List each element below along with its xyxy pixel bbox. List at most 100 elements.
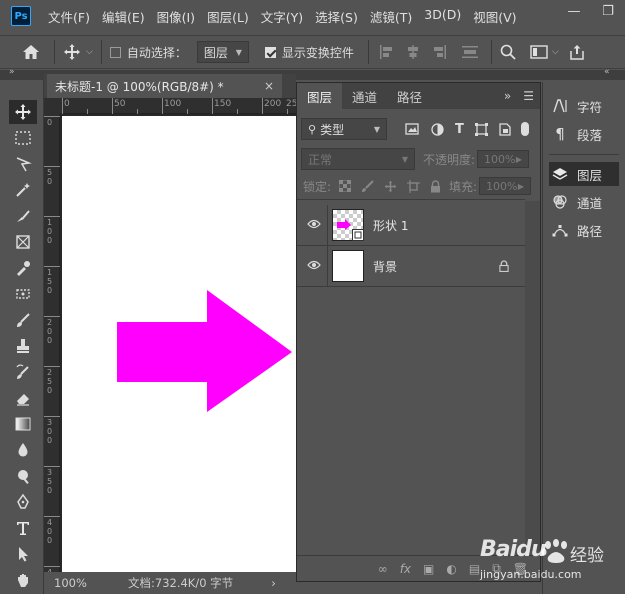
panel-menu-icon[interactable]: ☰ — [523, 89, 534, 103]
menu-bar: Ps 文件(F) 编辑(E) 图像(I) 图层(L) 文字(Y) 选择(S) 滤… — [0, 0, 625, 32]
lock-pixels-icon[interactable] — [361, 179, 374, 193]
menu-edit[interactable]: 编辑(E) — [102, 7, 145, 26]
layer-style-icon[interactable]: fx — [400, 562, 411, 576]
quick-select-tool[interactable] — [9, 204, 37, 228]
path-select-tool[interactable] — [9, 542, 37, 566]
auto-select-target-dropdown[interactable]: 图层 ▼ — [196, 41, 249, 63]
blur-tool[interactable] — [9, 438, 37, 462]
tab-paths[interactable]: 路径 — [387, 83, 432, 109]
close-icon[interactable]: × — [264, 79, 274, 93]
auto-select-checkbox[interactable] — [109, 46, 121, 58]
layers-panel: 图层 通道 路径 » ☰ ⚲ 类型 ▼ T 正常 ▼ 不透明度: 100% ▶ … — [296, 82, 541, 582]
collapse-right-icon[interactable]: « — [604, 67, 610, 77]
filter-kind-dropdown[interactable]: ⚲ 类型 ▼ — [301, 118, 387, 140]
opacity-field[interactable]: 100% ▶ — [477, 150, 529, 168]
chevron-right-icon: ▶ — [515, 154, 522, 164]
dock-item-paragraph[interactable]: ¶ 段落 — [549, 122, 619, 146]
pen-tool[interactable] — [9, 490, 37, 514]
filter-pixel-icon[interactable] — [405, 123, 419, 135]
tab-channels[interactable]: 通道 — [342, 83, 387, 109]
layer-thumbnail-shape[interactable] — [332, 209, 364, 241]
status-menu-arrow[interactable]: › — [271, 576, 276, 590]
menu-filter[interactable]: 滤镜(T) — [370, 7, 412, 26]
filter-toggle[interactable] — [520, 122, 529, 136]
align-left-icon[interactable] — [379, 44, 395, 60]
dock-item-paths[interactable]: 路径 — [549, 218, 619, 242]
align-center-icon[interactable] — [405, 44, 421, 60]
search-icon[interactable] — [500, 44, 516, 60]
ruler-label: 0 — [47, 386, 53, 395]
add-mask-icon[interactable]: ▣ — [423, 562, 434, 576]
ruler-label: 0 — [47, 427, 53, 436]
fill-field[interactable]: 100% ▶ — [479, 177, 532, 195]
menu-select[interactable]: 选择(S) — [315, 7, 358, 26]
eye-icon[interactable] — [307, 260, 321, 270]
adjustment-layer-icon[interactable]: ◐ — [446, 562, 456, 576]
blend-mode-dropdown[interactable]: 正常 ▼ — [301, 148, 415, 170]
menu-layer[interactable]: 图层(L) — [207, 7, 249, 26]
dodge-tool[interactable] — [9, 464, 37, 488]
zoom-level[interactable]: 100% — [54, 576, 104, 590]
layer-row-shape[interactable]: 形状 1 — [297, 205, 525, 246]
eyedropper-tool[interactable] — [9, 256, 37, 280]
lock-transparent-icon[interactable] — [339, 180, 352, 192]
restore-button[interactable]: ❐ — [591, 0, 625, 22]
vertical-ruler: 0 5 0 1 0 0 1 5 0 2 0 0 2 5 0 3 0 0 3 5 … — [44, 114, 60, 594]
menu-3d[interactable]: 3D(D) — [424, 7, 461, 26]
document-canvas[interactable] — [62, 116, 296, 572]
lock-artboard-icon[interactable] — [407, 179, 421, 193]
expand-left-icon[interactable]: » — [9, 67, 15, 77]
marquee-tool[interactable] — [9, 126, 37, 150]
frame-tool[interactable] — [9, 230, 37, 254]
move-tool-preset-icon[interactable]: ⌵ — [63, 43, 93, 61]
dock-item-layers[interactable]: 图层 — [549, 162, 619, 186]
stamp-tool[interactable] — [9, 334, 37, 358]
chevron-right-icon: ▶ — [517, 181, 525, 191]
history-brush-tool[interactable] — [9, 360, 37, 384]
eraser-tool[interactable] — [9, 386, 37, 410]
filter-shape-icon[interactable] — [474, 122, 488, 136]
filter-type-icon[interactable]: T — [455, 122, 464, 137]
menu-type[interactable]: 文字(Y) — [261, 7, 303, 26]
type-tool[interactable] — [9, 516, 37, 540]
lock-all-icon[interactable] — [430, 179, 441, 193]
layer-thumbnail-background[interactable] — [332, 250, 364, 282]
dock-item-channels[interactable]: 通道 — [549, 190, 619, 214]
healing-tool[interactable] — [9, 282, 37, 306]
hand-tool[interactable] — [9, 568, 37, 592]
layer-row-background[interactable]: 背景 — [297, 246, 525, 287]
distribute-icon[interactable] — [461, 44, 479, 60]
workspace-icon[interactable]: ⌵ — [530, 45, 559, 59]
document-tab[interactable]: 未标题-1 @ 100%(RGB/8#) * × — [47, 74, 282, 98]
show-transform-checkbox[interactable] — [264, 46, 276, 58]
new-group-icon[interactable]: ▤ — [469, 562, 480, 576]
eye-icon[interactable] — [307, 219, 321, 229]
magic-wand-tool[interactable] — [9, 178, 37, 202]
share-icon[interactable] — [569, 44, 585, 60]
layers-scrollbar[interactable] — [525, 201, 540, 551]
layer-name[interactable]: 形状 1 — [373, 217, 408, 234]
tab-layers[interactable]: 图层 — [297, 83, 343, 109]
dock-item-character[interactable]: 字符 — [549, 94, 619, 118]
layer-name[interactable]: 背景 — [373, 258, 397, 275]
lock-position-icon[interactable] — [384, 180, 397, 193]
menu-view[interactable]: 视图(V) — [473, 7, 516, 26]
watermark-brand: Baidu — [480, 537, 547, 562]
minimize-button[interactable]: — — [557, 0, 591, 22]
ruler-label: 0 — [47, 286, 53, 295]
brush-tool[interactable] — [9, 308, 37, 332]
magenta-arrow-shape[interactable] — [117, 290, 292, 412]
filter-smart-object-icon[interactable] — [499, 122, 511, 136]
align-right-icon[interactable] — [431, 44, 447, 60]
home-icon[interactable] — [22, 44, 40, 60]
link-layers-icon[interactable]: ∞ — [378, 562, 388, 576]
move-tool[interactable] — [9, 100, 37, 124]
gradient-tool[interactable] — [9, 412, 37, 436]
menu-file[interactable]: 文件(F) — [48, 7, 90, 26]
menu-image[interactable]: 图像(I) — [157, 7, 195, 26]
lasso-tool[interactable] — [9, 152, 37, 176]
filter-adjustment-icon[interactable] — [431, 122, 444, 136]
collapse-panel-icon[interactable]: » — [504, 89, 511, 103]
blend-row: 正常 ▼ 不透明度: 100% ▶ — [301, 148, 529, 170]
layers-divider — [297, 199, 525, 200]
